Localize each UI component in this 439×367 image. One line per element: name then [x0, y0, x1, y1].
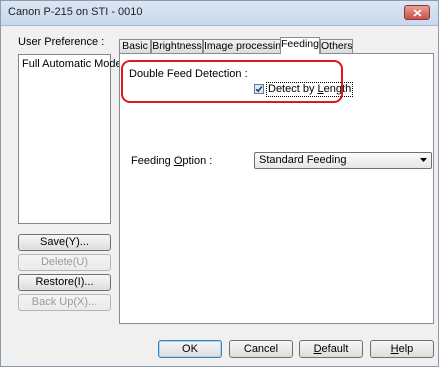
save-button[interactable]: Save(Y)...	[18, 234, 111, 251]
close-icon	[413, 9, 422, 17]
tab-feeding[interactable]: Feeding	[280, 37, 320, 54]
backup-button[interactable]: Back Up(X)...	[18, 294, 111, 311]
delete-button[interactable]: Delete(U)	[18, 254, 111, 271]
tab-basic[interactable]: Basic	[119, 39, 151, 53]
dropdown-arrow-icon	[420, 158, 427, 162]
help-button[interactable]: Help	[370, 340, 434, 358]
user-preference-label: User Preference :	[18, 36, 105, 48]
scanner-settings-dialog: Canon P-215 on STI - 0010 User Preferenc…	[0, 0, 439, 367]
ok-button[interactable]: OK	[158, 340, 222, 358]
highlight-annotation	[121, 60, 343, 103]
tab-others[interactable]: Others	[320, 39, 353, 53]
window-title: Canon P-215 on STI - 0010	[8, 6, 143, 18]
tab-image-processing[interactable]: Image processing	[203, 39, 287, 53]
preference-item-full-automatic-mode[interactable]: Full Automatic Mode	[22, 58, 122, 70]
feeding-option-label: Feeding Option :	[131, 155, 213, 167]
tab-brightness[interactable]: Brightness	[151, 39, 203, 53]
feeding-option-value: Standard Feeding	[259, 154, 347, 166]
default-button[interactable]: Default	[299, 340, 363, 358]
restore-button[interactable]: Restore(I)...	[18, 274, 111, 291]
user-preference-list[interactable]: Full Automatic Mode	[18, 54, 122, 224]
title-bar[interactable]: Canon P-215 on STI - 0010	[1, 1, 438, 26]
close-button[interactable]	[404, 5, 430, 20]
cancel-button[interactable]: Cancel	[229, 340, 293, 358]
feeding-option-select[interactable]: Standard Feeding	[254, 152, 432, 169]
